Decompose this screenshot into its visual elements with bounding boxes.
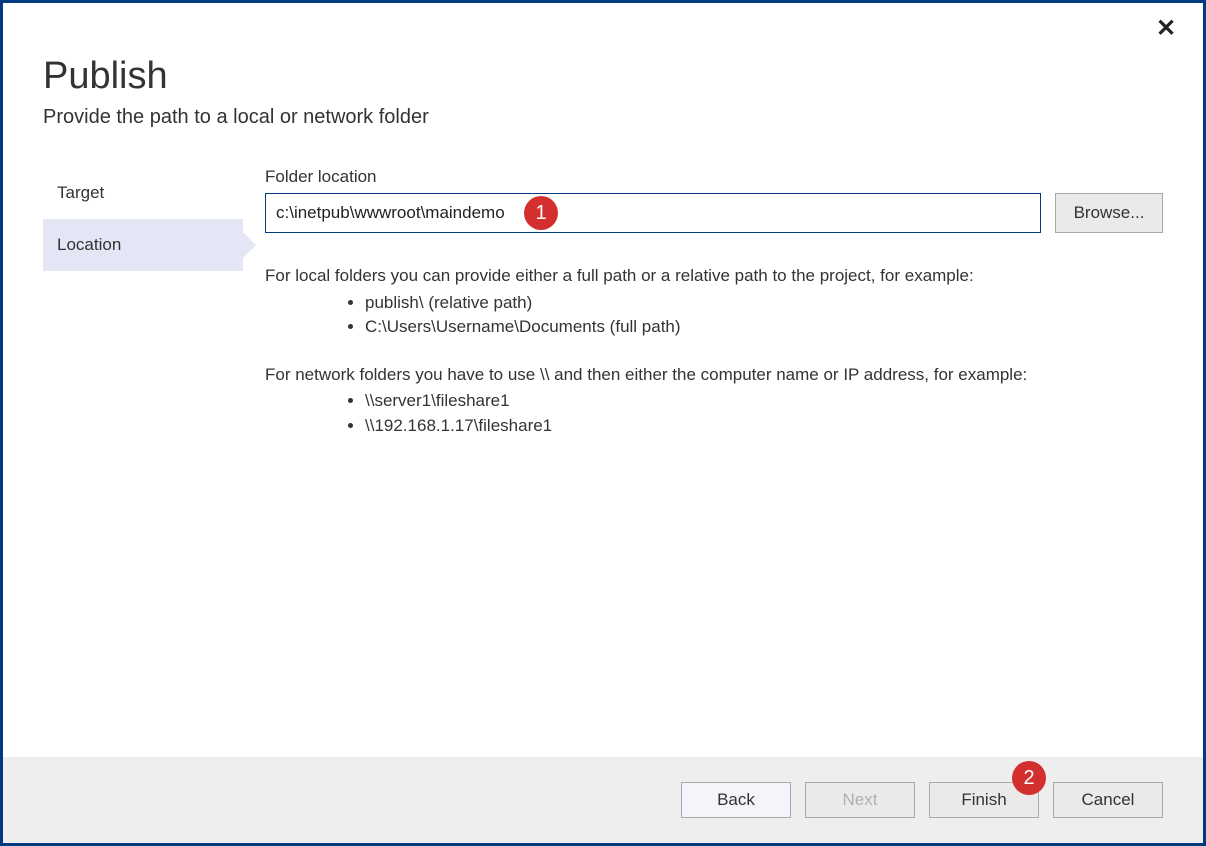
folder-location-input[interactable] [265,193,1041,233]
close-button[interactable]: ✕ [1151,13,1181,43]
next-button: Next [805,782,915,818]
dialog-body: Target Location Folder location 1 Browse… [3,139,1203,757]
sidebar-item-location[interactable]: Location [43,219,243,271]
help-network-example: \\server1\fileshare1 [365,389,1163,414]
cancel-button[interactable]: Cancel [1053,782,1163,818]
folder-location-row: 1 Browse... [265,193,1163,233]
sidebar-item-label: Location [57,235,121,254]
wizard-sidebar: Target Location [43,167,243,757]
finish-button[interactable]: Finish 2 [929,782,1039,818]
help-text: For local folders you can provide either… [265,263,1163,439]
sidebar-item-label: Target [57,183,104,202]
folder-location-label: Folder location [265,167,1163,187]
browse-button[interactable]: Browse... [1055,193,1163,233]
help-network-intro: For network folders you have to use \\ a… [265,362,1163,388]
annotation-callout-2: 2 [1012,761,1046,795]
finish-button-label: Finish [961,790,1006,809]
back-button[interactable]: Back [681,782,791,818]
dialog-header: Publish Provide the path to a local or n… [3,3,1203,139]
dialog-subtitle: Provide the path to a local or network f… [43,106,1163,129]
help-local-example: C:\Users\Username\Documents (full path) [365,315,1163,340]
publish-dialog: ✕ Publish Provide the path to a local or… [0,0,1206,846]
help-network-list: \\server1\fileshare1 \\192.168.1.17\file… [265,389,1163,438]
help-network-example: \\192.168.1.17\fileshare1 [365,414,1163,439]
close-icon: ✕ [1156,14,1176,43]
help-local-list: publish\ (relative path) C:\Users\Userna… [265,291,1163,340]
help-local-example: publish\ (relative path) [365,291,1163,316]
wizard-content: Folder location 1 Browse... For local fo… [243,167,1163,757]
dialog-title: Publish [43,55,1163,98]
sidebar-item-target[interactable]: Target [43,167,243,219]
dialog-footer: Back Next Finish 2 Cancel [3,757,1203,843]
help-local-intro: For local folders you can provide either… [265,263,1163,289]
